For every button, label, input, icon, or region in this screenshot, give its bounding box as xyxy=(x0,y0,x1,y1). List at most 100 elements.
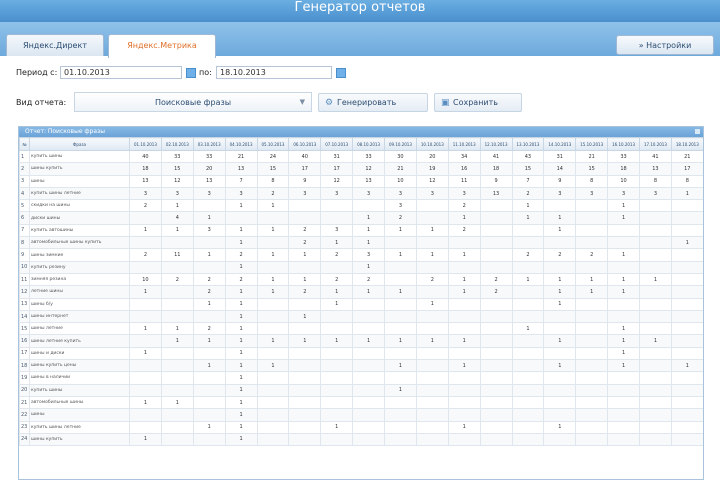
column-header-date[interactable]: 06.10.2013 xyxy=(288,137,322,151)
report-type-select[interactable]: Поисковые фразы ▼ xyxy=(74,92,312,112)
column-header-date[interactable]: 04.10.2013 xyxy=(224,137,258,151)
row-value: 33 xyxy=(352,149,385,164)
table-row: 7 купить автошины 1 1 3 1 1 2 3 1 1 1 2 1 xyxy=(19,223,703,238)
row-value: 20 xyxy=(415,149,449,164)
row-value xyxy=(352,346,385,361)
row-value: 1 xyxy=(320,297,354,311)
settings-button[interactable]: » Настройки xyxy=(616,35,714,55)
column-header-date[interactable]: 10.10.2013 xyxy=(415,137,449,151)
row-value: 1 xyxy=(160,199,194,213)
row-value xyxy=(384,260,417,274)
column-header-date[interactable]: 01.10.2013 xyxy=(129,137,162,151)
row-phrase: автомобильные шины xyxy=(29,395,130,410)
row-value: 8 xyxy=(639,174,672,188)
collapse-icon[interactable] xyxy=(695,129,700,134)
row-value xyxy=(320,383,354,397)
row-number: 24 xyxy=(19,432,30,447)
row-value: 34 xyxy=(447,149,481,164)
row-value xyxy=(575,420,609,434)
row-value xyxy=(511,432,545,447)
row-value xyxy=(129,211,162,225)
row-value: 15 xyxy=(511,162,545,176)
row-value: 13 xyxy=(352,174,385,188)
row-phrase: шины xyxy=(29,408,130,422)
column-header-date[interactable]: 05.10.2013 xyxy=(256,137,290,151)
column-header-date[interactable]: 11.10.2013 xyxy=(447,137,481,151)
column-header-date[interactable]: 13.10.2013 xyxy=(511,137,545,151)
row-value: 1 xyxy=(320,334,354,348)
row-value xyxy=(511,236,545,250)
row-value xyxy=(575,297,609,311)
row-value: 8 xyxy=(670,174,703,188)
column-header-date[interactable]: 07.10.2013 xyxy=(320,137,354,151)
row-value xyxy=(670,248,703,262)
row-value: 1 xyxy=(607,334,640,348)
row-value: 1 xyxy=(384,383,417,397)
row-value xyxy=(288,420,322,434)
column-header-date[interactable]: 18.10.2013 xyxy=(670,137,703,151)
column-header-date[interactable]: 02.10.2013 xyxy=(160,137,194,151)
row-value: 1 xyxy=(160,322,194,336)
row-value xyxy=(639,309,672,324)
column-header-date[interactable]: 08.10.2013 xyxy=(352,137,385,151)
row-value: 1 xyxy=(384,248,417,262)
row-value xyxy=(256,211,290,225)
row-value: 9 xyxy=(288,174,322,188)
period-from-field[interactable]: 01.10.2013 xyxy=(60,66,182,79)
row-value xyxy=(320,346,354,361)
row-value xyxy=(511,371,545,385)
row-value xyxy=(511,359,545,373)
column-header-date[interactable]: 12.10.2013 xyxy=(479,137,513,151)
column-header-num[interactable]: № xyxy=(19,137,30,151)
calendar-to-icon[interactable] xyxy=(336,68,346,78)
row-value: 1 xyxy=(607,359,640,373)
row-value: 2 xyxy=(288,236,322,250)
row-phrase: автомобильные шины купить xyxy=(29,236,130,250)
row-value xyxy=(256,236,290,250)
row-value: 9 xyxy=(479,174,513,188)
row-number: 21 xyxy=(19,395,30,410)
row-value: 24 xyxy=(256,149,290,164)
row-phrase: шины интернет xyxy=(29,309,130,324)
row-value xyxy=(479,309,513,324)
row-value: 1 xyxy=(447,359,481,373)
row-value xyxy=(352,383,385,397)
row-value: 15 xyxy=(575,162,609,176)
generate-button[interactable]: ⚙ Генерировать xyxy=(318,93,428,112)
row-value: 3 xyxy=(352,186,385,201)
row-value: 16 xyxy=(447,162,481,176)
row-value: 13 xyxy=(192,174,226,188)
column-header-date[interactable]: 09.10.2013 xyxy=(384,137,417,151)
row-value xyxy=(288,346,322,361)
calendar-from-icon[interactable] xyxy=(186,68,196,78)
column-header-date[interactable]: 16.10.2013 xyxy=(607,137,640,151)
period-to-field[interactable]: 18.10.2013 xyxy=(216,66,332,79)
row-value: 15 xyxy=(256,162,290,176)
row-value xyxy=(415,236,449,250)
column-header-phrase[interactable]: Фраза xyxy=(29,137,130,151)
table-row: 15 шины летние 1 1 2 1 1 1 xyxy=(19,322,703,336)
row-value: 41 xyxy=(639,149,672,164)
row-value xyxy=(129,408,162,422)
row-phrase: шины в наличии xyxy=(29,371,130,385)
row-value: 1 xyxy=(224,297,258,311)
row-value: 1 xyxy=(607,248,640,262)
column-header-date[interactable]: 14.10.2013 xyxy=(543,137,577,151)
column-header-date[interactable]: 17.10.2013 xyxy=(639,137,672,151)
tab-yandex-metrika[interactable]: Яндекс.Метрика xyxy=(108,34,216,58)
gear-icon: ⚙ xyxy=(325,98,334,108)
row-value xyxy=(288,371,322,385)
tab-bar: Яндекс.Директ Яндекс.Метрика » Настройки xyxy=(0,22,720,58)
row-value: 1 xyxy=(511,272,545,287)
row-value xyxy=(160,346,194,361)
tab-yandex-direct[interactable]: Яндекс.Директ xyxy=(6,34,104,56)
column-header-date[interactable]: 03.10.2013 xyxy=(192,137,226,151)
row-value xyxy=(447,408,481,422)
save-button[interactable]: ▣ Сохранить xyxy=(434,93,522,112)
table-row: 8 автомобильные шины купить 1 2 1 1 1 xyxy=(19,236,703,250)
table-row: 2 шины купить 18 15 20 13 15 17 17 12 21 19 16 18 15 14… xyxy=(19,162,703,176)
column-header-date[interactable]: 15.10.2013 xyxy=(575,137,609,151)
row-value: 1 xyxy=(607,211,640,225)
table-row: 9 шины зимние 2 11 1 2 1 1 2 3 1 1 1 2 2 2 1 xyxy=(19,248,703,262)
row-value xyxy=(384,236,417,250)
